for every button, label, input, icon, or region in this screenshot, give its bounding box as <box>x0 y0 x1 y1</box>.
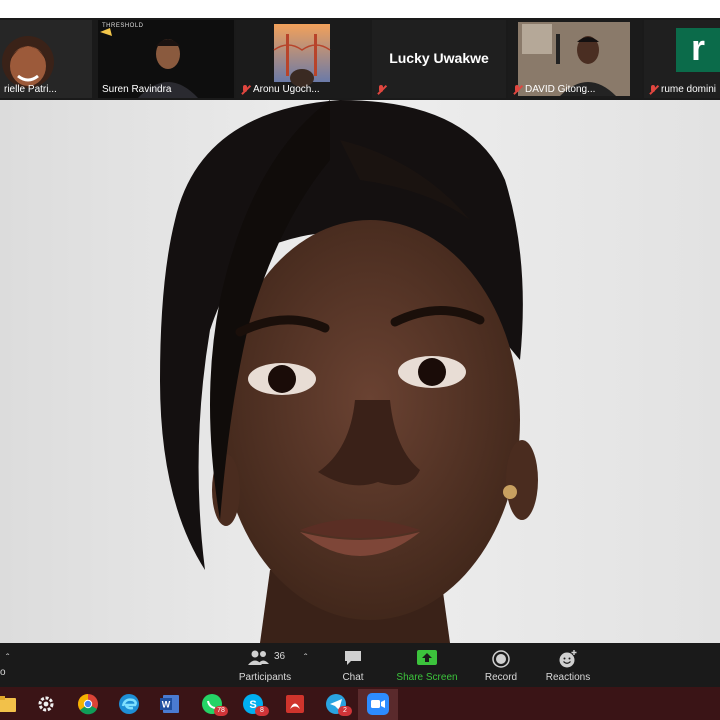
share-screen-label: Share Screen <box>396 672 458 683</box>
overlay-text: THRESHOLD <box>102 23 144 29</box>
gallery-strip: rielle Patri... THRESHOLD Suren Ravindra… <box>0 18 720 100</box>
participant-name: DAVID Gitong... <box>512 84 595 95</box>
active-speaker-video <box>0 100 720 643</box>
whatsapp-badge: 78 <box>214 706 228 716</box>
participant-tile-6[interactable]: r rume domini <box>644 20 720 98</box>
caret-up-icon[interactable]: ˆ <box>6 653 9 664</box>
participant-name: rume domini <box>648 84 716 95</box>
file-explorer-icon[interactable] <box>0 692 18 716</box>
svg-text:W: W <box>162 700 171 710</box>
pdf-reader-icon[interactable] <box>283 692 307 716</box>
telegram-badge: 2 <box>338 706 352 716</box>
skype-icon[interactable]: S 8 <box>241 692 269 716</box>
participant-display-name: Lucky Uwakwe <box>389 50 489 66</box>
participants-icon <box>248 650 269 665</box>
mic-muted-icon <box>376 85 386 95</box>
participant-name: rielle Patri... <box>4 84 57 95</box>
zoom-app-icon[interactable] <box>358 689 398 720</box>
participants-count: 36 <box>274 651 286 662</box>
top-margin <box>0 0 720 18</box>
participant-tile-3[interactable]: Aronu Ugoch... <box>236 20 370 98</box>
reactions-button[interactable]: Reactions <box>533 647 603 685</box>
windows-taskbar: W 78 S 8 2 <box>0 687 720 720</box>
word-icon[interactable]: W <box>158 692 182 716</box>
reactions-icon <box>559 650 577 668</box>
participant-tile-2[interactable]: THRESHOLD Suren Ravindra <box>98 20 234 98</box>
record-label: Record <box>484 672 518 683</box>
share-screen-icon <box>417 650 437 665</box>
participants-button[interactable]: 36 Participants <box>230 647 300 685</box>
edge-label: o <box>0 667 6 678</box>
chrome-icon[interactable] <box>76 692 100 716</box>
participant-tile-4[interactable]: Lucky Uwakwe <box>372 20 506 98</box>
settings-gear-icon[interactable] <box>34 692 58 716</box>
reactions-label: Reactions <box>545 672 591 683</box>
participant-tile-1[interactable]: rielle Patri... <box>0 20 92 98</box>
participant-name: Aronu Ugoch... <box>240 84 320 95</box>
initial-avatar: r <box>676 28 720 72</box>
participants-caret-icon[interactable]: ˆ <box>304 653 307 664</box>
mic-muted-icon <box>648 84 658 95</box>
mic-muted-icon <box>240 84 250 95</box>
chat-label: Chat <box>342 672 364 683</box>
chat-icon <box>345 651 361 665</box>
chat-button[interactable]: Chat <box>318 647 388 685</box>
mic-muted-icon <box>512 84 522 95</box>
participant-name: Suren Ravindra <box>102 84 172 95</box>
record-icon <box>492 650 510 668</box>
speaker-video-feed <box>0 100 720 643</box>
record-button[interactable]: Record <box>466 647 536 685</box>
participants-label: Participants <box>238 672 292 683</box>
telegram-icon[interactable]: 2 <box>324 692 352 716</box>
whatsapp-icon[interactable]: 78 <box>200 692 228 716</box>
share-screen-button[interactable]: Share Screen <box>392 647 462 685</box>
participant-name <box>376 85 389 95</box>
edge-browser-icon[interactable] <box>117 692 141 716</box>
participant-tile-5[interactable]: DAVID Gitong... <box>508 20 642 98</box>
meeting-toolbar: o ˆ 36 Participants ˆ Chat Share Screen … <box>0 643 720 687</box>
skype-badge: 8 <box>255 706 269 716</box>
